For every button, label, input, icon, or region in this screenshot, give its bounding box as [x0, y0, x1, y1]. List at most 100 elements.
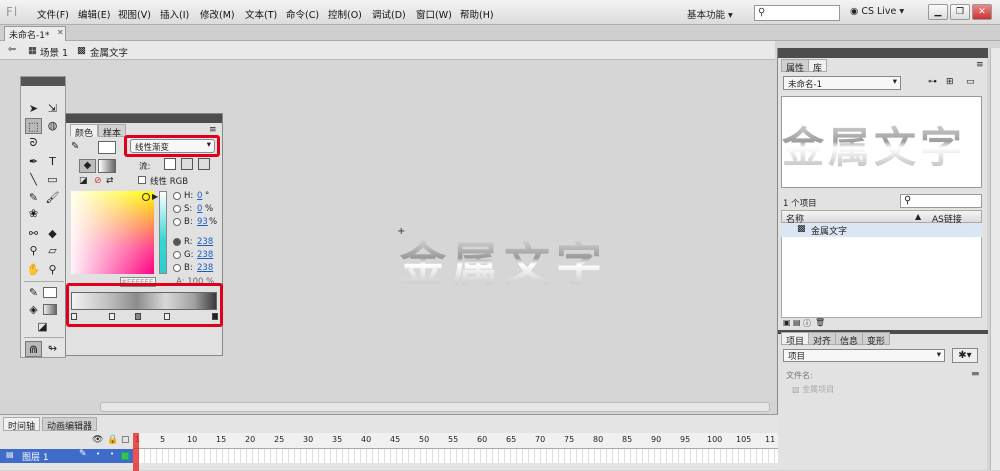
minimize-button[interactable]: ▁ — [928, 4, 948, 20]
fill-swatch[interactable] — [98, 159, 116, 173]
restore-button[interactable]: ❐ — [950, 4, 970, 20]
bone-tool-icon[interactable]: ⚯ — [25, 226, 42, 242]
panel-menu-icon[interactable]: ≡ — [209, 125, 217, 135]
new-symbol-icon[interactable]: ▣ — [783, 318, 791, 327]
b2-value[interactable]: 238 — [197, 263, 213, 273]
linear-rgb-checkbox[interactable] — [138, 176, 146, 184]
stroke-color-swatch[interactable] — [43, 287, 57, 298]
menu-modify[interactable]: 修改(M) — [200, 7, 235, 21]
swap-colors-icon[interactable]: ⇄ — [106, 176, 114, 186]
free-transform-tool-icon[interactable]: ⬚ — [25, 118, 42, 134]
flow-reflect-icon[interactable] — [181, 158, 193, 170]
new-library-icon[interactable]: ⊞ — [946, 77, 954, 87]
folder-icon[interactable]: ▬ — [971, 369, 980, 379]
new-library-panel-icon[interactable]: ▭ — [966, 77, 975, 87]
stroke-color-icon[interactable]: ✎ — [25, 285, 42, 301]
eye-icon[interactable]: 👁 — [92, 435, 103, 445]
library-document-select[interactable]: 未命名-1 ▾ — [783, 76, 901, 90]
3d-rotation-tool-icon[interactable]: ◍ — [44, 118, 61, 134]
eyedropper-tool-icon[interactable]: ⚲ — [25, 243, 42, 259]
smooth-icon[interactable]: ↬ — [44, 341, 61, 357]
help-search-input[interactable]: ⚲ — [754, 5, 840, 21]
tab-swatches[interactable]: 样本 — [98, 124, 127, 139]
menu-commands[interactable]: 命令(C) — [286, 7, 319, 21]
picker-cursor[interactable] — [142, 193, 150, 201]
tab-library[interactable]: 库 — [808, 59, 828, 74]
h-value[interactable]: 0 — [197, 191, 202, 201]
symbol-breadcrumb[interactable]: 金属文字 — [90, 45, 128, 59]
tools-panel-header[interactable] — [21, 77, 65, 86]
b-radio[interactable] — [173, 218, 181, 226]
panel-menu-icon[interactable]: ≡ — [976, 60, 984, 70]
tab-transform[interactable]: 变形 — [862, 332, 891, 347]
right-dock-header[interactable] — [778, 48, 988, 58]
fill-color-icon[interactable]: ◆ — [79, 159, 96, 173]
visible-dot-icon[interactable]: • — [96, 450, 100, 458]
default-colors-icon[interactable]: ◪ — [79, 176, 88, 186]
hand-tool-icon[interactable]: ✋ — [25, 262, 42, 278]
text-tool-icon[interactable]: T — [44, 154, 61, 170]
pencil-tool-icon[interactable]: ✎ — [25, 190, 42, 206]
fill-color-icon[interactable]: ◈ — [25, 302, 42, 318]
r-value[interactable]: 238 — [197, 237, 213, 247]
paint-bucket-tool-icon[interactable]: ◆ — [44, 226, 61, 242]
workspace-switcher[interactable]: 基本功能 ▾ — [682, 4, 748, 21]
stage-horizontal-scrollbar[interactable] — [100, 402, 770, 412]
s-value[interactable]: 0 — [197, 204, 202, 214]
tab-align[interactable]: 对齐 — [808, 332, 837, 347]
gear-icon[interactable]: ✱▾ — [952, 348, 978, 363]
subselection-tool-icon[interactable]: ⇲ — [44, 101, 61, 117]
menu-debug[interactable]: 调试(D) — [372, 7, 406, 21]
r-radio[interactable] — [173, 238, 181, 246]
menu-control[interactable]: 控制(O) — [328, 7, 362, 21]
stage-metal-text[interactable]: 金属文字 — [400, 228, 608, 294]
tab-info[interactable]: 信息 — [835, 332, 864, 347]
menu-insert[interactable]: 插入(I) — [160, 7, 189, 21]
h-radio[interactable] — [173, 192, 181, 200]
zoom-tool-icon[interactable]: ⚲ — [44, 262, 61, 278]
lasso-tool-icon[interactable]: ᘐ — [25, 135, 42, 151]
fill-color-swatch[interactable] — [43, 304, 57, 315]
flow-repeat-icon[interactable] — [198, 158, 210, 170]
menu-window[interactable]: 窗口(W) — [416, 7, 452, 21]
tab-motion-editor[interactable]: 动画编辑器 — [42, 417, 98, 432]
deco-tool-icon[interactable]: ❀ — [25, 206, 42, 222]
snap-to-objects-icon[interactable]: ⋒ — [25, 341, 42, 357]
project-select[interactable]: 项目 ▾ — [783, 349, 945, 362]
brush-tool-icon[interactable]: 🖌 — [44, 190, 61, 206]
project-file-item[interactable]: ▧ 金属项目 — [792, 384, 834, 395]
tab-project[interactable]: 项目 — [781, 332, 810, 347]
tab-timeline[interactable]: 时间轴 — [3, 417, 41, 432]
s-radio[interactable] — [173, 205, 181, 213]
back-arrow-icon[interactable]: ⇦ — [8, 44, 16, 55]
no-color-icon[interactable]: ⊘ — [94, 176, 102, 186]
close-window-button[interactable]: ✕ — [972, 4, 992, 20]
tab-properties[interactable]: 属性 — [781, 59, 810, 74]
g-value[interactable]: 238 — [197, 250, 213, 260]
menu-help[interactable]: 帮助(H) — [460, 7, 494, 21]
stroke-color-icon[interactable]: ✎ — [71, 141, 79, 152]
selection-tool-icon[interactable]: ➤ — [25, 101, 42, 117]
flow-extend-icon[interactable] — [164, 158, 176, 170]
scene-breadcrumb[interactable]: 场景 1 — [40, 45, 68, 59]
b-value[interactable]: 93 — [197, 217, 208, 227]
close-icon[interactable]: ✕ — [57, 28, 64, 37]
color-panel-header[interactable] — [66, 114, 222, 123]
menu-edit[interactable]: 编辑(E) — [78, 7, 110, 21]
lock-icon[interactable]: 🔒 — [107, 435, 118, 445]
pin-icon[interactable]: ⊶ — [928, 77, 937, 87]
eraser-tool-icon[interactable]: ▱ — [44, 243, 61, 259]
outline-color-swatch[interactable] — [121, 452, 129, 460]
frame-cells[interactable] — [133, 449, 778, 463]
sort-icon[interactable]: ▲ — [915, 212, 921, 221]
new-folder-icon[interactable]: ▤ — [793, 318, 801, 327]
menu-file[interactable]: 文件(F) — [37, 7, 69, 21]
tab-color[interactable]: 颜色 — [70, 124, 99, 139]
layer-row[interactable]: ▤ 图层 1 ✎ • • — [0, 449, 133, 463]
list-item[interactable]: ▩ 金属文字 — [781, 223, 982, 237]
frame-ruler[interactable]: 1 5 10 15 20 25 30 35 40 45 50 55 60 65 … — [133, 433, 778, 449]
outline-icon[interactable]: ▢ — [121, 435, 130, 445]
pen-tool-icon[interactable]: ✒ — [25, 154, 42, 170]
swap-colors-icon[interactable]: ◪ — [34, 319, 51, 335]
stroke-swatch[interactable] — [98, 141, 116, 154]
